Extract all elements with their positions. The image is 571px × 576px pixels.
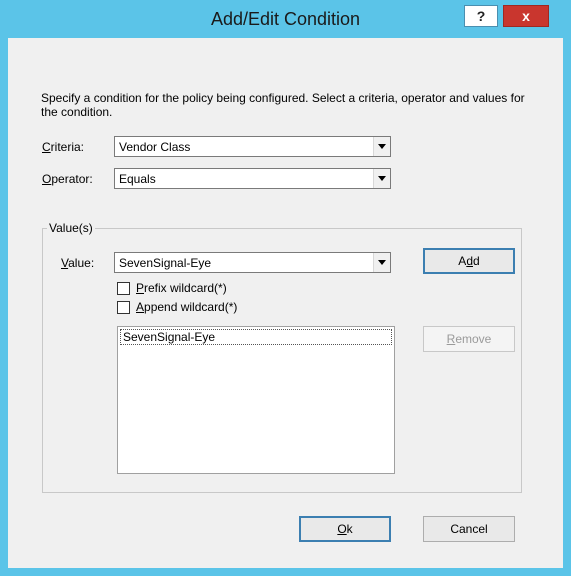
value-label: Value: xyxy=(61,256,95,270)
operator-dropdown[interactable]: Equals xyxy=(114,168,391,189)
criteria-label: Criteria: xyxy=(42,140,85,154)
criteria-dropdown-button[interactable] xyxy=(373,137,390,156)
prefix-wildcard-checkbox[interactable] xyxy=(117,282,130,295)
dialog-client-area: Specify a condition for the policy being… xyxy=(8,38,563,568)
chevron-down-icon xyxy=(378,144,386,149)
append-wildcard-label[interactable]: Append wildcard(*) xyxy=(136,300,237,314)
operator-dropdown-button[interactable] xyxy=(373,169,390,188)
title-bar[interactable]: Add/Edit Condition ? x xyxy=(0,0,571,38)
values-group-title: Value(s) xyxy=(47,221,95,235)
value-input[interactable]: SevenSignal-Eye xyxy=(119,256,211,270)
description-text: Specify a condition for the policy being… xyxy=(41,91,525,119)
append-wildcard-checkbox[interactable] xyxy=(117,301,130,314)
dialog-window: Add/Edit Condition ? x Specify a conditi… xyxy=(0,0,571,576)
prefix-wildcard-label[interactable]: Prefix wildcard(*) xyxy=(136,281,227,295)
list-item[interactable]: SevenSignal-Eye xyxy=(120,329,392,345)
operator-value: Equals xyxy=(119,172,156,186)
ok-button[interactable]: Ok xyxy=(299,516,391,542)
close-button[interactable]: x xyxy=(503,5,549,27)
add-button[interactable]: Add xyxy=(423,248,515,274)
value-dropdown-button[interactable] xyxy=(373,253,390,272)
values-listbox[interactable]: SevenSignal-Eye xyxy=(117,326,395,474)
value-combobox[interactable]: SevenSignal-Eye xyxy=(114,252,391,273)
chevron-down-icon xyxy=(378,260,386,265)
remove-button[interactable]: Remove xyxy=(423,326,515,352)
operator-label: Operator: xyxy=(42,172,93,186)
help-button[interactable]: ? xyxy=(464,5,498,27)
criteria-value: Vendor Class xyxy=(119,140,191,154)
chevron-down-icon xyxy=(378,176,386,181)
criteria-dropdown[interactable]: Vendor Class xyxy=(114,136,391,157)
cancel-button[interactable]: Cancel xyxy=(423,516,515,542)
